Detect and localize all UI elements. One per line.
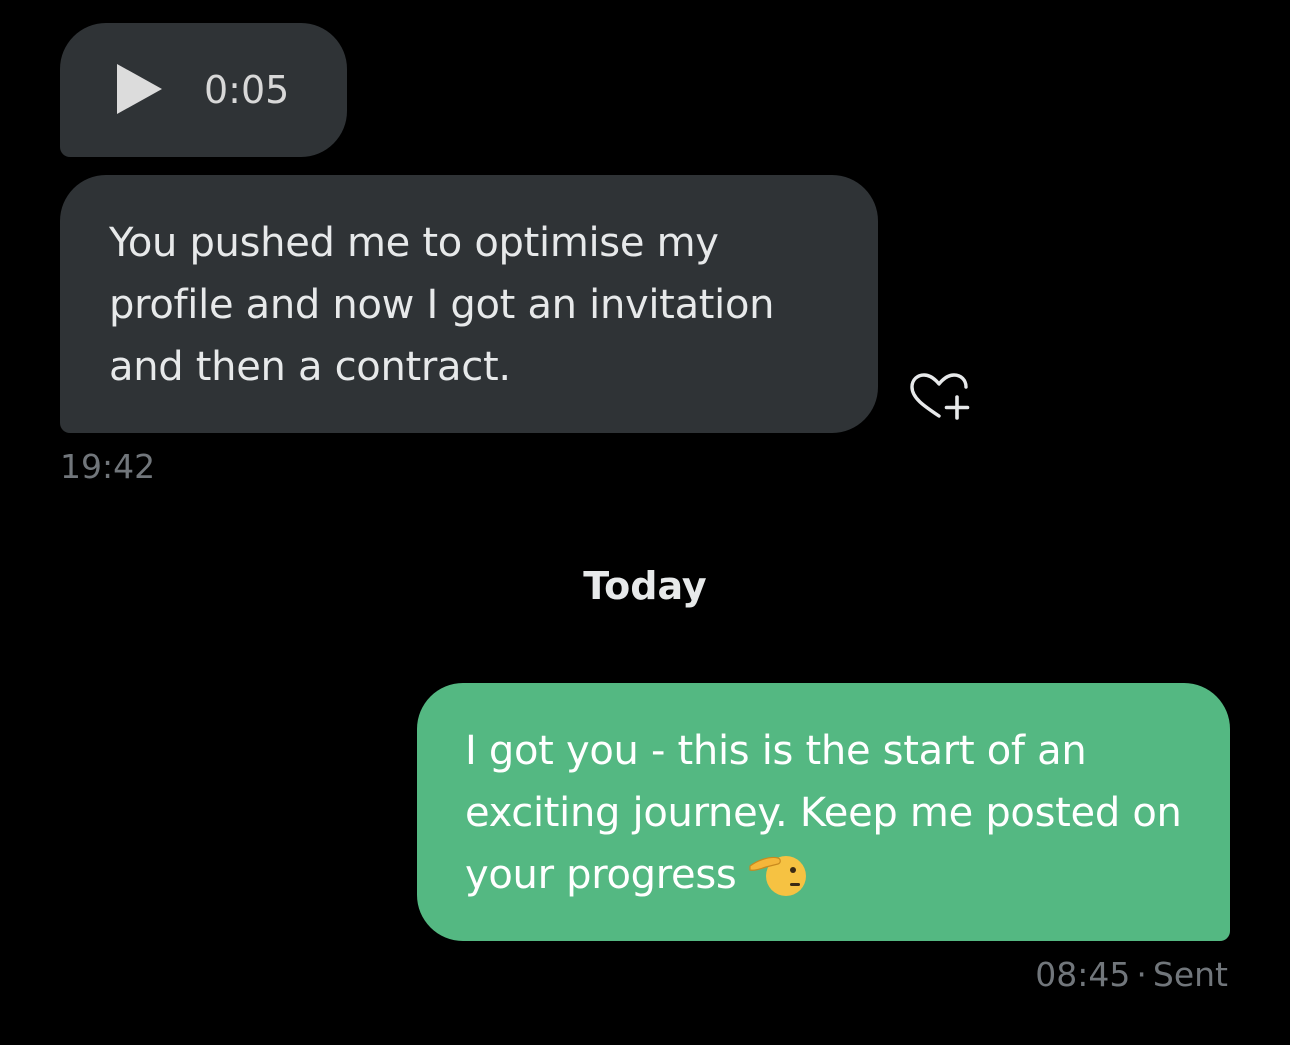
status-separator: · xyxy=(1136,955,1147,994)
audio-duration: 0:05 xyxy=(204,68,290,112)
play-icon[interactable] xyxy=(117,64,162,114)
sent-status: Sent xyxy=(1152,955,1228,994)
day-separator: Today xyxy=(583,564,707,608)
outgoing-message-content: I got you - this is the start of an exci… xyxy=(465,720,1205,906)
outgoing-message-status: 08:45 · Sent xyxy=(1035,956,1228,994)
outgoing-message-text: I got you - this is the start of an exci… xyxy=(465,728,1182,898)
saluting-face-icon xyxy=(749,856,807,896)
incoming-message-text: You pushed me to optimise my profile and… xyxy=(109,220,775,390)
outgoing-message-time: 08:45 xyxy=(1035,955,1131,994)
heart-plus-icon[interactable] xyxy=(906,372,972,424)
incoming-message-time: 19:42 xyxy=(60,447,156,486)
